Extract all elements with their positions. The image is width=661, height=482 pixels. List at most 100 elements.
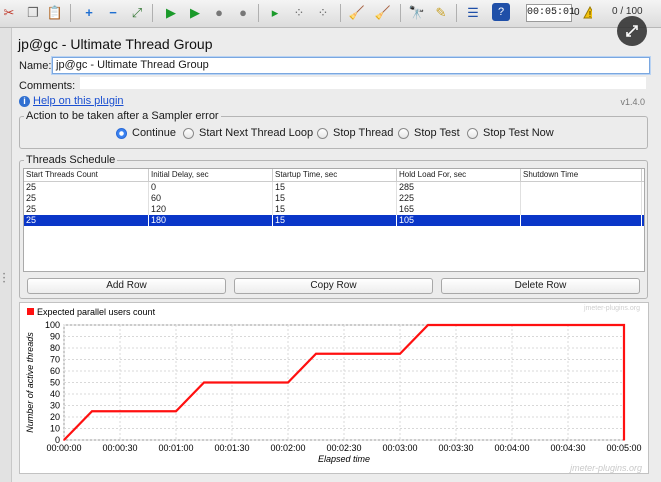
data-point: [287, 381, 289, 384]
table-cell[interactable]: [521, 215, 642, 226]
radio-label: Stop Test Now: [483, 127, 554, 139]
paste-icon[interactable]: 📋: [46, 3, 64, 21]
table-cell[interactable]: 25: [24, 215, 149, 226]
table-cell[interactable]: 180: [149, 215, 273, 226]
radio-button[interactable]: [317, 127, 328, 139]
shutdown-icon[interactable]: ●: [234, 3, 252, 21]
table-row-selected[interactable]: 25 180 15 105: [24, 215, 644, 226]
table-cell[interactable]: 120: [149, 204, 273, 215]
table-cell[interactable]: 165: [397, 204, 521, 215]
data-point: [91, 410, 93, 413]
x-tick-label: 00:03:00: [382, 443, 417, 453]
help-link[interactable]: Help on this plugin: [33, 95, 124, 107]
table-header: Start Threads Count Initial Delay, sec S…: [24, 169, 644, 182]
table-row[interactable]: 25 60 15 225: [24, 193, 644, 204]
radio-continue[interactable]: Continue: [116, 127, 176, 139]
table-cell[interactable]: 15: [273, 193, 397, 204]
radio-label: Stop Thread: [333, 127, 394, 139]
table-cell[interactable]: 15: [273, 204, 397, 215]
x-tick-label: 00:05:00: [606, 443, 641, 453]
column-header[interactable]: Start Threads Count: [24, 169, 149, 181]
y-tick-label: 60: [50, 366, 60, 376]
stop-icon[interactable]: ●: [210, 3, 228, 21]
radio-button-selected[interactable]: [116, 127, 127, 139]
x-tick-label: 00:00:30: [102, 443, 137, 453]
expand-all-icon[interactable]: +: [80, 3, 98, 21]
add-row-button[interactable]: Add Row: [27, 278, 226, 294]
clear-icon[interactable]: 🧹: [348, 3, 366, 21]
radio-stop-test[interactable]: Stop Test: [398, 127, 460, 139]
table-cell[interactable]: 15: [273, 182, 397, 193]
name-field[interactable]: jp@gc - Ultimate Thread Group: [52, 57, 650, 74]
y-tick-label: 100: [45, 320, 60, 330]
radio-start-next-thread-loop[interactable]: Start Next Thread Loop: [183, 127, 313, 139]
svg-text:!: !: [588, 10, 590, 19]
toggle-icon[interactable]: ⤢: [128, 3, 146, 21]
data-point: [203, 381, 205, 384]
help-icon[interactable]: ?: [492, 3, 510, 21]
data-point: [63, 439, 65, 441]
name-label: Name:: [19, 60, 52, 72]
info-icon: i: [19, 96, 30, 107]
table-cell[interactable]: 0: [149, 182, 273, 193]
fullscreen-expand-icon[interactable]: [617, 16, 647, 46]
y-tick-label: 40: [50, 389, 60, 399]
table-cell[interactable]: 25: [24, 182, 149, 193]
data-point: [427, 324, 429, 326]
table-cell[interactable]: [521, 204, 642, 215]
remote-start-icon[interactable]: ▸: [266, 3, 284, 21]
column-header[interactable]: Shutdown Time: [521, 169, 642, 181]
remote-stop-icon[interactable]: ⁘: [290, 3, 308, 21]
radio-button[interactable]: [467, 127, 478, 139]
copy-row-button[interactable]: Copy Row: [234, 278, 433, 294]
delete-row-button[interactable]: Delete Row: [441, 278, 640, 294]
copy-icon[interactable]: ❐: [24, 3, 42, 21]
table-row[interactable]: 25 120 15 165: [24, 204, 644, 215]
toolbar-separator: [456, 4, 457, 22]
table-cell[interactable]: 60: [149, 193, 273, 204]
collapse-all-icon[interactable]: −: [104, 3, 122, 21]
comments-field[interactable]: [80, 77, 646, 89]
start-icon[interactable]: ▶: [162, 3, 180, 21]
radio-label: Continue: [132, 127, 177, 139]
warning-count-value: 0: [574, 6, 580, 18]
search-icon[interactable]: 🔭: [408, 3, 426, 21]
reset-search-icon[interactable]: ✎: [432, 3, 450, 21]
table-cell[interactable]: 225: [397, 193, 521, 204]
threads-schedule-table[interactable]: Start Threads Count Initial Delay, sec S…: [23, 168, 645, 272]
warning-icon[interactable]: !: [582, 6, 592, 19]
remote-exit-icon[interactable]: ⁘: [314, 3, 332, 21]
table-row[interactable]: 25 0 15 285: [24, 182, 644, 193]
radio-button[interactable]: [398, 127, 409, 139]
table-cell[interactable]: 25: [24, 193, 149, 204]
column-header[interactable]: Startup Time, sec: [273, 169, 397, 181]
column-header[interactable]: Hold Load For, sec: [397, 169, 521, 181]
table-cell[interactable]: [521, 193, 642, 204]
table-cell[interactable]: 15: [273, 215, 397, 226]
start-no-pauses-icon[interactable]: ▶: [186, 3, 204, 21]
column-header[interactable]: Initial Delay, sec: [149, 169, 273, 181]
radio-button[interactable]: [183, 127, 194, 139]
table-cell[interactable]: [521, 182, 642, 193]
comments-label: Comments:: [19, 80, 76, 92]
group-legend: Threads Schedule: [24, 154, 118, 166]
y-tick-label: 10: [50, 424, 60, 434]
radio-label: Stop Test: [414, 127, 460, 139]
cut-icon[interactable]: ✂: [0, 3, 18, 21]
data-point: [175, 410, 177, 413]
split-pane-divider[interactable]: • • •: [0, 28, 12, 482]
table-cell[interactable]: 25: [24, 204, 149, 215]
clear-all-icon[interactable]: 🧹: [374, 3, 392, 21]
threads-chart: 010203040506070809010000:00:00 00:00:30 00…: [25, 307, 642, 464]
watermark: jmeter-plugins.org: [570, 463, 642, 473]
data-point: [623, 439, 625, 441]
legend-swatch: [27, 308, 34, 315]
table-cell[interactable]: 105: [397, 215, 521, 226]
toolbar-separator: [400, 4, 401, 22]
function-helper-icon[interactable]: ☰: [464, 3, 482, 21]
drag-handle-icon: • • •: [3, 272, 6, 286]
radio-stop-test-now[interactable]: Stop Test Now: [467, 127, 554, 139]
data-point: [399, 352, 401, 355]
table-cell[interactable]: 285: [397, 182, 521, 193]
radio-stop-thread[interactable]: Stop Thread: [317, 127, 393, 139]
